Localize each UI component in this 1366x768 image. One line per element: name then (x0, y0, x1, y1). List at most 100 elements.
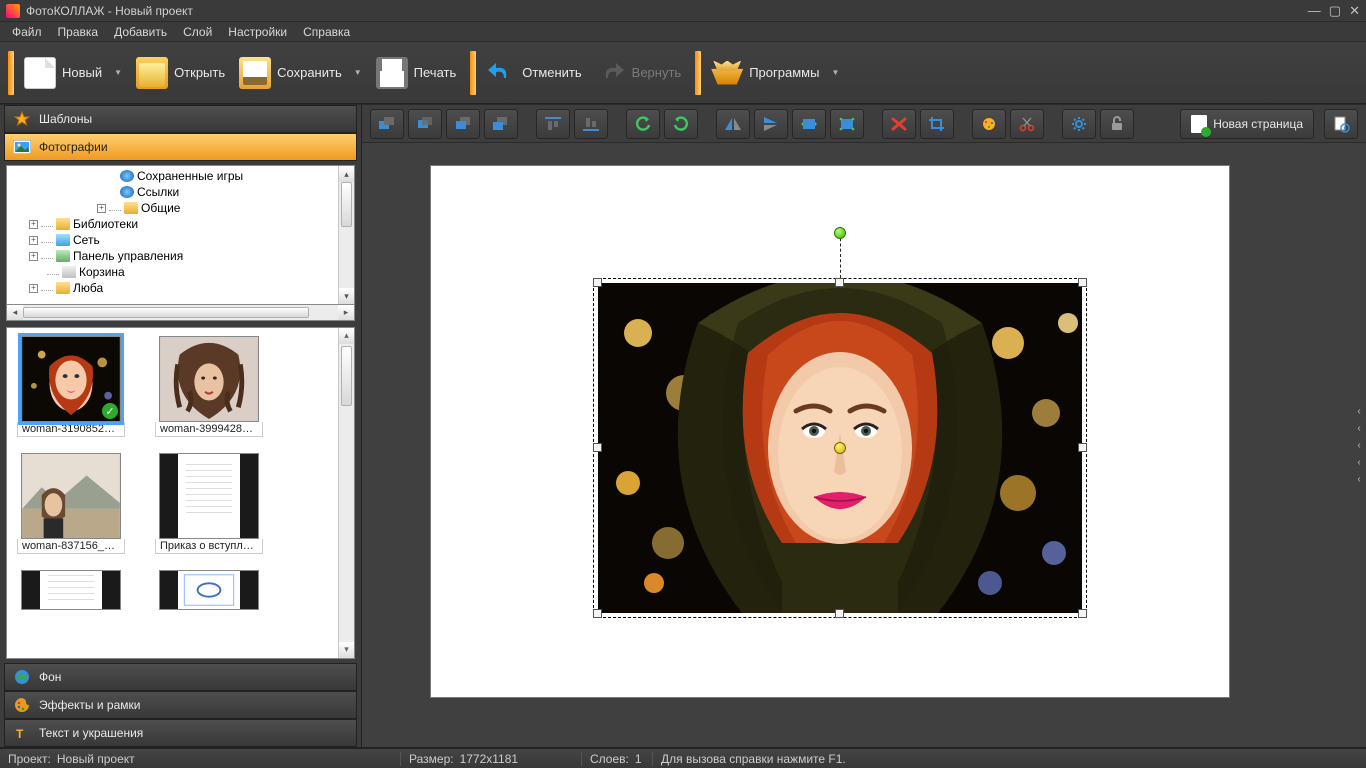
rotate-ccw-button[interactable] (626, 109, 660, 139)
redo-button[interactable]: Вернуть (592, 51, 692, 95)
canvas-stage[interactable]: ‹ ‹ ‹ ‹ ‹ (362, 143, 1366, 747)
new-button[interactable]: Новый ▼ (20, 51, 132, 95)
chevron-left-icon[interactable]: ‹ (1352, 440, 1366, 451)
align-top-button[interactable] (536, 109, 570, 139)
resize-handle-nw[interactable] (593, 278, 602, 287)
globe-icon (13, 668, 31, 686)
menu-help[interactable]: Справка (295, 23, 358, 41)
window-maximize-icon[interactable]: ▢ (1329, 3, 1341, 19)
resize-handle-ne[interactable] (1078, 278, 1087, 287)
thumbnail-item[interactable] (17, 570, 125, 610)
expand-icon[interactable]: + (29, 236, 38, 245)
layer-front-button[interactable] (484, 109, 518, 139)
menu-settings[interactable]: Настройки (220, 23, 295, 41)
resize-handle-w[interactable] (593, 443, 602, 452)
menu-layer[interactable]: Слой (175, 23, 220, 41)
tab-templates[interactable]: Шаблоны (4, 105, 357, 133)
tab-text[interactable]: T Текст и украшения (4, 719, 357, 747)
tab-background[interactable]: Фон (4, 663, 357, 691)
chevron-left-icon[interactable]: ‹ (1352, 406, 1366, 417)
scroll-left-icon[interactable]: ◂ (7, 305, 23, 320)
expand-icon[interactable]: + (29, 220, 38, 229)
resize-handle-n[interactable] (835, 278, 844, 287)
scroll-up-icon[interactable]: ▴ (339, 166, 354, 182)
undo-button[interactable]: Отменить (482, 51, 591, 95)
layer-backward-button[interactable] (408, 109, 442, 139)
page-settings-button[interactable] (1324, 109, 1358, 139)
anchor-point-handle[interactable] (834, 442, 846, 454)
flip-horizontal-button[interactable] (716, 109, 750, 139)
right-flyout-handles[interactable]: ‹ ‹ ‹ ‹ ‹ (1352, 143, 1366, 747)
thumbnail-image[interactable] (159, 570, 259, 610)
redo-icon (596, 58, 626, 87)
scroll-right-icon[interactable]: ▸ (338, 305, 354, 320)
thumbnail-item[interactable]: woman-3999428_… (155, 336, 263, 437)
scrollbar-thumb[interactable] (341, 346, 352, 406)
tree-horizontal-scrollbar[interactable]: ◂ ▸ (6, 305, 355, 321)
chevron-left-icon[interactable]: ‹ (1352, 423, 1366, 434)
svg-text:T: T (16, 727, 24, 741)
status-layers-value: 1 (635, 752, 642, 766)
status-project-label: Проект: (8, 752, 51, 766)
color-effects-button[interactable] (972, 109, 1006, 139)
save-button[interactable]: Сохранить ▼ (235, 51, 372, 95)
tree-vertical-scrollbar[interactable]: ▴ ▾ (338, 166, 354, 304)
layer-back-button[interactable] (370, 109, 404, 139)
chevron-left-icon[interactable]: ‹ (1352, 457, 1366, 468)
resize-handle-s[interactable] (835, 609, 844, 618)
menu-file[interactable]: Файл (4, 23, 50, 41)
expand-icon[interactable]: + (29, 284, 38, 293)
window-close-icon[interactable]: ✕ (1349, 3, 1360, 19)
thumbnail-image[interactable] (159, 453, 259, 539)
recycle-bin-icon (62, 266, 76, 278)
resize-handle-se[interactable] (1078, 609, 1087, 618)
thumbnail-item[interactable]: Приказ о вступл… (155, 453, 263, 554)
layer-forward-button[interactable] (446, 109, 480, 139)
thumbnail-item[interactable]: woman-837156_6… (17, 453, 125, 554)
menu-edit[interactable]: Правка (50, 23, 107, 41)
main-toolbar: Новый ▼ Открыть Сохранить ▼ Печать Отмен… (0, 42, 1366, 104)
thumbnail-image[interactable] (21, 570, 121, 610)
scrollbar-thumb[interactable] (23, 305, 338, 320)
window-minimize-icon[interactable]: — (1308, 3, 1321, 19)
thumbnail-item[interactable] (155, 570, 263, 610)
resize-handle-e[interactable] (1078, 443, 1087, 452)
folder-icon (124, 202, 138, 214)
folder-tree[interactable]: Сохраненные игры Ссылки +Общие +Библиоте… (6, 165, 355, 305)
new-page-button[interactable]: Новая страница (1180, 109, 1314, 139)
cut-button[interactable] (1010, 109, 1044, 139)
chevron-left-icon[interactable]: ‹ (1352, 474, 1366, 485)
tab-effects[interactable]: Эффекты и рамки (4, 691, 357, 719)
lock-button[interactable] (1100, 109, 1134, 139)
settings-button[interactable] (1062, 109, 1096, 139)
menu-add[interactable]: Добавить (106, 23, 175, 41)
thumbnail-image[interactable] (21, 336, 121, 422)
thumbnail-image[interactable] (21, 453, 121, 539)
text-icon: T (13, 724, 31, 742)
selected-photo-object[interactable] (598, 283, 1082, 613)
open-button[interactable]: Открыть (132, 51, 235, 95)
crop-button[interactable] (920, 109, 954, 139)
scroll-down-icon[interactable]: ▾ (339, 288, 354, 304)
programs-button[interactable]: Программы ▼ (707, 51, 849, 95)
network-icon (56, 234, 70, 246)
expand-icon[interactable]: + (97, 204, 106, 213)
expand-icon[interactable]: + (29, 252, 38, 261)
tab-photos[interactable]: Фотографии (4, 133, 357, 161)
scrollbar-thumb[interactable] (341, 182, 352, 227)
flip-vertical-button[interactable] (754, 109, 788, 139)
thumbnail-scrollbar[interactable] (338, 328, 354, 658)
fit-width-button[interactable] (792, 109, 826, 139)
print-button[interactable]: Печать (372, 51, 467, 95)
statusbar: Проект: Новый проект Размер: 1772x1181 С… (0, 748, 1366, 768)
control-panel-icon (56, 250, 70, 262)
rotation-handle[interactable] (834, 227, 846, 239)
align-bottom-button[interactable] (574, 109, 608, 139)
fit-height-button[interactable] (830, 109, 864, 139)
resize-handle-sw[interactable] (593, 609, 602, 618)
rotate-cw-button[interactable] (664, 109, 698, 139)
thumbnail-image[interactable] (159, 336, 259, 422)
document-icon (48, 575, 94, 605)
thumbnail-item[interactable]: woman-3190852_… (17, 336, 125, 437)
delete-button[interactable] (882, 109, 916, 139)
